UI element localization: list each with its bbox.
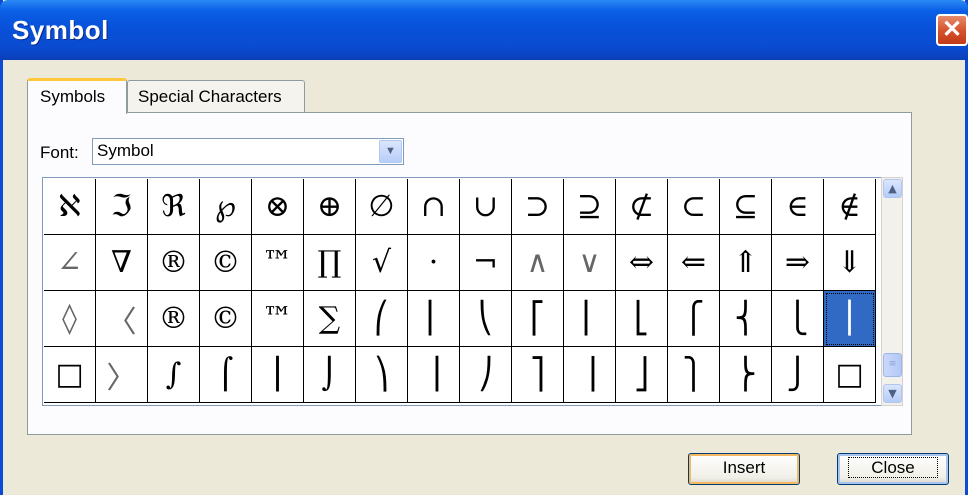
symbol-cell[interactable]: ∇ [96, 235, 148, 291]
symbol-cell[interactable]: ⇑ [720, 235, 772, 291]
symbol-cell[interactable]: ⊃ [512, 179, 564, 235]
symbol-cell[interactable]: ⊗ [252, 179, 304, 235]
symbol-cell[interactable]: √ [356, 235, 408, 291]
title-bar[interactable]: Symbol ✕ [0, 0, 968, 60]
symbol-cell[interactable]: ⎣ [616, 291, 668, 347]
font-select[interactable]: Symbol ▼ [92, 138, 404, 165]
symbol-cell[interactable]: ¬ [460, 235, 512, 291]
symbol-cell[interactable]: ∏ [304, 235, 356, 291]
symbol-cell[interactable]: ⎟ [408, 347, 460, 403]
symbol-cell[interactable]: □ [824, 347, 876, 403]
symbol-cell[interactable]: ™ [252, 291, 304, 347]
symbol-cell[interactable]: ∅ [356, 179, 408, 235]
symbol-cell[interactable]: ⎥ [564, 347, 616, 403]
symbol-cell[interactable]: ® [148, 291, 200, 347]
symbol-cell[interactable]: ℵ [44, 179, 96, 235]
symbol-cell[interactable]: ⎧ [668, 291, 720, 347]
symbol-cell[interactable]: 〉 [96, 347, 148, 403]
symbol-cell[interactable]: ∈ [772, 179, 824, 235]
symbol-cell[interactable]: ⎢ [564, 291, 616, 347]
symbol-cell[interactable]: © [200, 291, 252, 347]
chevron-down-icon[interactable]: ▼ [379, 140, 402, 163]
symbol-cell[interactable]: ⊕ [304, 179, 356, 235]
symbol-cell[interactable]: ∩ [408, 179, 460, 235]
symbol-grid-cells: ℵ ℑ ℜ ℘ ⊗ ⊕ ∅ ∩ ∪ ⊃ ⊇ ⊄ ⊂ ⊆ ∈ ∉ ∠ ∇ ® © ™ ∏ √ · ¬ ∧ ∨ ⇔ ⇐ ⇑ ⇒ ⇓ ◊ 〈 ® © ™ ∑ ⎛ ⎜… [44, 179, 876, 403]
tab-special-characters-label: Special Characters [138, 87, 282, 106]
close-button[interactable]: Close [837, 453, 949, 485]
insert-button-label: Insert [722, 458, 766, 477]
symbol-cell[interactable]: ⎞ [356, 347, 408, 403]
font-label: Font: [40, 143, 79, 162]
tab-symbols[interactable]: Symbols [27, 78, 127, 114]
symbol-cell[interactable]: ∫ [148, 347, 200, 403]
dialog-title: Symbol [12, 15, 109, 45]
symbol-cell[interactable]: ⎫ [668, 347, 720, 403]
grid-scrollbar[interactable]: ▲ ≡ ▼ [881, 177, 903, 406]
scroll-thumb[interactable]: ≡ [883, 353, 902, 377]
symbol-cell[interactable]: ◊ [44, 291, 96, 347]
symbol-cell[interactable]: ∉ [824, 179, 876, 235]
symbol-cell[interactable]: ∪ [460, 179, 512, 235]
symbol-cell[interactable]: ⌡ [304, 347, 356, 403]
symbol-cell[interactable]: ⎛ [356, 291, 408, 347]
symbol-cell[interactable]: ℜ [148, 179, 200, 235]
symbol-cell[interactable]: ∧ [512, 235, 564, 291]
symbol-cell[interactable]: ⊆ [720, 179, 772, 235]
scroll-down-icon[interactable]: ▼ [883, 384, 902, 403]
symbol-cell[interactable]: · [408, 235, 460, 291]
insert-button[interactable]: Insert [688, 453, 800, 485]
font-select-value: Symbol [97, 141, 154, 160]
symbol-cell[interactable]: ⎦ [616, 347, 668, 403]
symbol-cell[interactable]: ℑ [96, 179, 148, 235]
symbol-cell[interactable]: ⊂ [668, 179, 720, 235]
symbol-cell[interactable]: ® [148, 235, 200, 291]
symbol-cell[interactable]: ℘ [200, 179, 252, 235]
symbol-cell[interactable]: ⎜ [408, 291, 460, 347]
symbol-cell[interactable]: ∨ [564, 235, 616, 291]
symbol-cell[interactable]: ™ [252, 235, 304, 291]
symbol-cell[interactable]: ⎡ [512, 291, 564, 347]
symbol-cell[interactable]: □ [44, 347, 96, 403]
symbol-grid: ℵ ℑ ℜ ℘ ⊗ ⊕ ∅ ∩ ∪ ⊃ ⊇ ⊄ ⊂ ⊆ ∈ ∉ ∠ ∇ ® © ™ ∏ √ · ¬ ∧ ∨ ⇔ ⇐ ⇑ ⇒ ⇓ ◊ 〈 ® © ™ ∑ ⎛ ⎜… [42, 177, 882, 406]
symbol-cell[interactable]: ⎨ [720, 291, 772, 347]
symbol-cell[interactable]: ∑ [304, 291, 356, 347]
symbol-cell[interactable]: ⎩ [772, 291, 824, 347]
tab-special-characters[interactable]: Special Characters [127, 80, 305, 112]
symbol-cell[interactable]: ⊄ [616, 179, 668, 235]
symbol-cell[interactable]: ⎝ [460, 291, 512, 347]
symbol-cell[interactable]: ⇓ [824, 235, 876, 291]
symbol-cell[interactable]: ⇒ [772, 235, 824, 291]
symbol-cell[interactable]: ⌠ [200, 347, 252, 403]
symbol-cell[interactable]: ⎤ [512, 347, 564, 403]
symbol-cell[interactable]: © [200, 235, 252, 291]
symbol-cell[interactable]: ⇐ [668, 235, 720, 291]
symbol-cell[interactable]: ⎠ [460, 347, 512, 403]
symbol-cell[interactable]: ⎮ [252, 347, 304, 403]
symbol-cell[interactable]: ⎪ [824, 291, 876, 347]
close-button-label: Close [848, 457, 938, 478]
symbol-cell[interactable]: 〈 [96, 291, 148, 347]
close-icon[interactable]: ✕ [936, 14, 968, 46]
symbol-cell[interactable]: ⇔ [616, 235, 668, 291]
symbol-cell[interactable]: ⊇ [564, 179, 616, 235]
scroll-up-icon[interactable]: ▲ [883, 179, 902, 198]
symbol-cell[interactable]: ∠ [44, 235, 96, 291]
symbol-cell[interactable]: ⎭ [772, 347, 824, 403]
tab-symbols-label: Symbols [40, 87, 106, 106]
symbol-cell[interactable]: ⎬ [720, 347, 772, 403]
